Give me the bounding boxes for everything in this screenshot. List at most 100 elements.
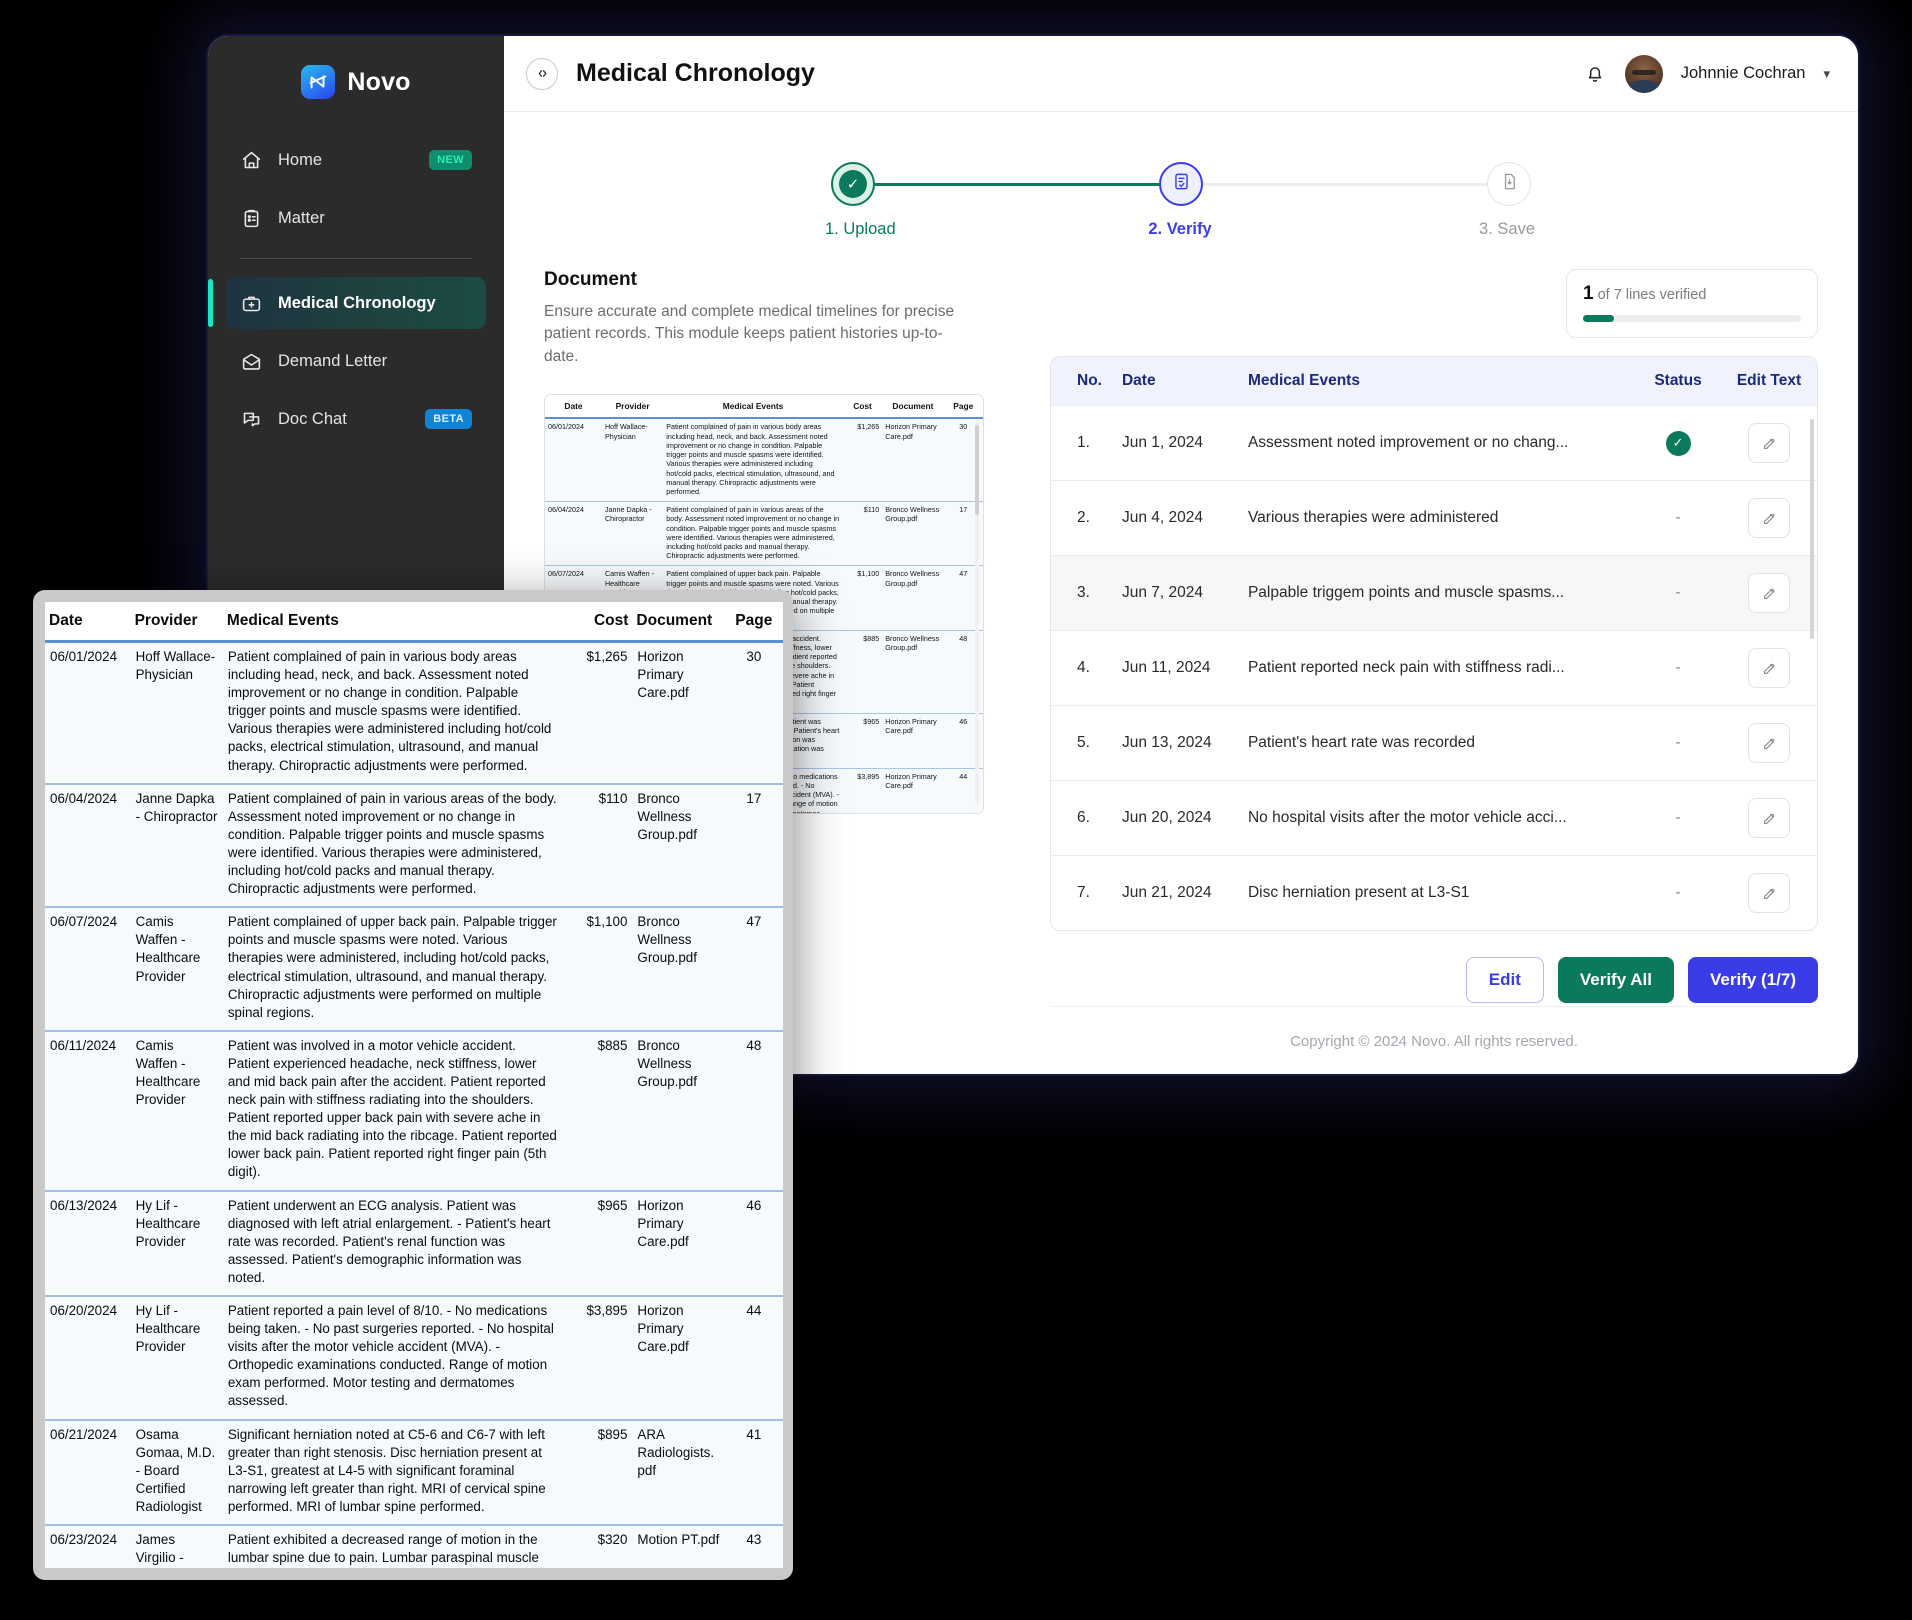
check-icon: ✓ [1665, 430, 1691, 456]
cell-cost: $3,895 [562, 1296, 633, 1421]
table-row[interactable]: 5. Jun 13, 2024 Patient's heart rate was r… [1051, 705, 1817, 781]
row-medical-event: Palpable triggem points and muscle spasm… [1237, 555, 1635, 631]
edit-row-button[interactable] [1748, 798, 1790, 838]
cell-page: 44 [724, 1296, 783, 1421]
cell-cost: $885 [562, 1030, 633, 1192]
verify-table-scrollbar[interactable] [1810, 419, 1814, 639]
col-medical-events: Medical Events [1237, 357, 1635, 406]
sidebar-item-doc-chat[interactable]: Doc Chat BETA [226, 393, 486, 445]
cell-medical-event: Patient complained of pain in various ar… [222, 783, 563, 909]
cell-date: 06/07/2024 [45, 907, 131, 1032]
edit-row-button[interactable] [1748, 423, 1790, 463]
row-date: Jun 21, 2024 [1111, 855, 1238, 930]
sidebar-item-matter[interactable]: Matter [226, 192, 486, 244]
brand-name: Novo [347, 67, 411, 96]
table-row: 06/11/2024Camis Waffen - Healthcare Prov… [45, 1030, 783, 1192]
sidebar-item-home[interactable]: Home NEW [226, 134, 486, 186]
cell-page: 30 [724, 641, 783, 785]
col-status: Status [1635, 357, 1721, 406]
chevron-down-icon[interactable]: ▾ [1823, 66, 1830, 82]
document-download-icon [1500, 172, 1519, 196]
col-provider: Provider [130, 602, 223, 643]
cell-provider: Janne Dapka - Chiropractor [601, 501, 664, 567]
cell-cost: $1,265 [842, 418, 883, 503]
edit-button[interactable]: Edit [1465, 957, 1544, 1003]
table-row[interactable]: 3. Jun 7, 2024 Palpable triggem points and… [1051, 555, 1817, 631]
row-medical-event: No hospital visits after the motor vehic… [1237, 780, 1635, 856]
row-medical-event: Patient reported neck pain with stiffnes… [1237, 630, 1635, 706]
row-medical-event: Various therapies were administered [1237, 480, 1635, 556]
cell-provider: Osama Gomaa, M.D. - Board Certified Radi… [130, 1419, 223, 1527]
edit-row-button[interactable] [1748, 723, 1790, 763]
verify-table: No. Date Medical Events Status Edit Text… [1051, 357, 1817, 930]
row-number: 3. [1051, 555, 1112, 631]
badge-beta: BETA [425, 409, 472, 429]
chronology-table: Date Provider Medical Events Cost Docume… [45, 602, 783, 1568]
table-row[interactable]: 4. Jun 11, 2024 Patient reported neck pain… [1051, 630, 1817, 706]
status-badge: - [1635, 555, 1721, 631]
col-edit-text: Edit Text [1721, 357, 1817, 406]
progress-track [1583, 315, 1801, 322]
edit-row-button[interactable] [1748, 873, 1790, 913]
sidebar-item-medical-chronology[interactable]: Medical Chronology [208, 277, 486, 329]
cell-document: Horizon Primary Care.pdf [882, 418, 944, 503]
edit-cell [1721, 705, 1817, 781]
table-row[interactable]: 1. Jun 1, 2024 Assessment noted improvemen… [1051, 405, 1817, 481]
edit-row-button[interactable] [1748, 498, 1790, 538]
step-verify[interactable] [1159, 162, 1203, 206]
row-date: Jun 13, 2024 [1111, 705, 1238, 781]
cell-cost: $885 [842, 630, 883, 714]
verify-table-card: No. Date Medical Events Status Edit Text… [1050, 356, 1818, 931]
chronology-table-overlay[interactable]: Date Provider Medical Events Cost Docume… [33, 590, 793, 1580]
row-number: 2. [1051, 480, 1112, 556]
verify-table-body: 1. Jun 1, 2024 Assessment noted improvemen… [1051, 405, 1817, 930]
row-medical-event: Patient's heart rate was recorded [1237, 705, 1635, 781]
cell-date: 06/11/2024 [45, 1030, 131, 1192]
table-row[interactable]: 7. Jun 21, 2024 Disc herniation present at… [1051, 855, 1817, 930]
avatar[interactable] [1624, 54, 1663, 93]
col-date: Date [45, 602, 131, 643]
cell-medical-event: Patient exhibited a decreased range of m… [222, 1525, 563, 1568]
cell-date: 06/23/2024 [45, 1525, 131, 1568]
page-title: Medical Chronology [576, 59, 815, 87]
edit-cell [1721, 405, 1817, 481]
status-badge: - [1635, 705, 1721, 781]
user-name[interactable]: Johnnie Cochran [1681, 64, 1806, 83]
step-save[interactable] [1487, 162, 1531, 206]
table-row: 06/13/2024Hy Lif - Healthcare ProviderPa… [45, 1190, 783, 1298]
table-row[interactable]: 2. Jun 4, 2024 Various therapies were admi… [1051, 480, 1817, 556]
edit-row-button[interactable] [1748, 648, 1790, 688]
edit-row-button[interactable] [1748, 573, 1790, 613]
status-badge: - [1635, 480, 1721, 556]
verify-table-head: No. Date Medical Events Status Edit Text [1051, 357, 1817, 406]
cell-document: Bronco Wellness Group.pdf [632, 783, 725, 909]
progress-fill [1583, 315, 1614, 322]
step-upload[interactable]: ✓ [831, 162, 875, 206]
code-brackets-icon[interactable] [526, 57, 558, 90]
cell-page: 48 [724, 1030, 783, 1192]
cell-medical-event: Patient complained of pain in various ar… [663, 501, 843, 567]
cell-date: 06/13/2024 [45, 1190, 131, 1298]
clipboard-icon [240, 207, 262, 229]
cell-cost: $895 [562, 1419, 633, 1527]
row-date: Jun 1, 2024 [1111, 405, 1238, 481]
table-row[interactable]: 6. Jun 20, 2024 No hospital visits after t… [1051, 780, 1817, 856]
verify-all-button[interactable]: Verify All [1557, 957, 1674, 1003]
preview-scrollbar-thumb[interactable] [975, 425, 979, 516]
cell-cost: $3,895 [842, 768, 883, 814]
bell-icon[interactable] [1583, 62, 1607, 86]
row-number: 5. [1051, 705, 1112, 781]
sidebar-item-demand-letter[interactable]: Demand Letter [226, 335, 486, 387]
step-connector-empty [1203, 182, 1487, 186]
col-page: Page [724, 602, 783, 643]
cell-page: 41 [724, 1419, 783, 1527]
col-document: Document [632, 602, 725, 643]
cell-document: Horizon Primary Care.pdf [632, 1190, 725, 1298]
cell-date: 06/04/2024 [545, 501, 602, 567]
table-row: 06/23/2024James Virgilio - Referring Phy… [45, 1525, 783, 1568]
cell-document: ARA Radiologists. pdf [632, 1419, 725, 1527]
row-date: Jun 4, 2024 [1111, 480, 1238, 556]
cell-cost: $1,265 [562, 641, 633, 785]
verify-button[interactable]: Verify (1/7) [1688, 957, 1818, 1003]
home-icon [240, 149, 262, 171]
